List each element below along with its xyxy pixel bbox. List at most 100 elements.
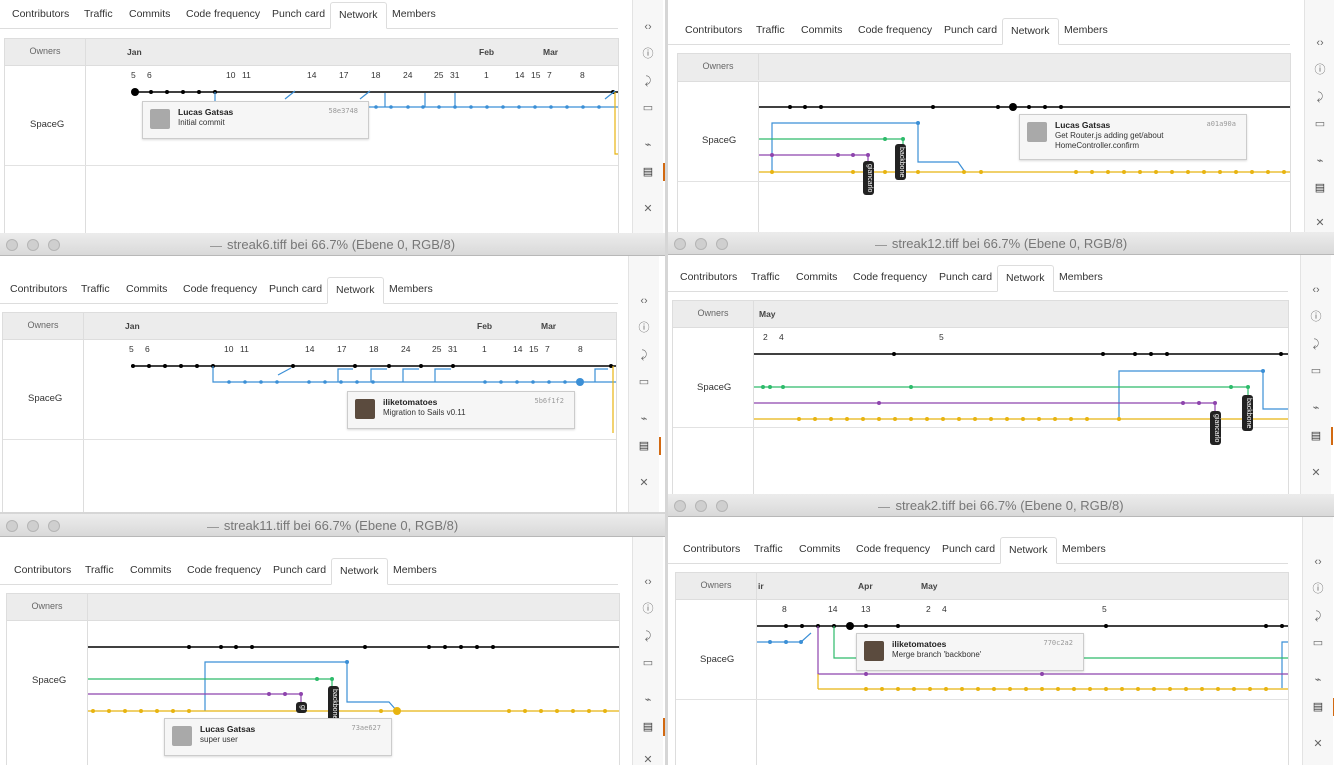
tab-commits[interactable]: Commits [118,277,175,302]
settings-icon[interactable]: ✕ [1303,735,1333,753]
tab-traffic[interactable]: Traffic [73,277,118,302]
pulse-icon[interactable]: ⌁ [629,410,659,428]
tab-contributors[interactable]: Contributors [672,265,745,290]
document-icon [874,244,887,246]
graphs-icon[interactable]: ▤ [629,437,661,455]
window-titlebar[interactable]: streak11.tiff bei 66.7% (Ebene 0, RGB/8) [0,514,665,537]
issues-icon[interactable]: ⓘ [1305,61,1334,79]
tab-traffic[interactable]: Traffic [743,265,788,290]
window-titlebar[interactable]: streak2.tiff bei 66.7% (Ebene 0, RGB/8) [668,494,1334,517]
tab-network[interactable]: Network [997,265,1054,292]
network-graph[interactable]: Owners Jan Feb Mar 5 6 10 11 14 17 18 24… [4,38,619,233]
tab-code-frequency[interactable]: Code frequency [178,2,268,27]
tab-punch-card[interactable]: Punch card [936,18,1005,43]
tab-contributors[interactable]: Contributors [675,537,748,562]
issues-icon[interactable]: ⓘ [633,600,663,618]
tab-code-frequency[interactable]: Code frequency [850,18,940,43]
tab-contributors[interactable]: Contributors [2,277,75,302]
settings-icon[interactable]: ✕ [633,200,663,218]
tab-commits[interactable]: Commits [121,2,178,27]
wiki-icon[interactable]: ▭ [1305,115,1334,133]
code-icon[interactable]: ‹› [629,292,659,310]
network-graph[interactable]: Owners ir Apr May 8 14 13 2 4 5 SpaceG i… [675,572,1289,765]
tab-traffic[interactable]: Traffic [748,18,793,43]
tab-code-frequency[interactable]: Code frequency [175,277,265,302]
pull-requests-icon[interactable]: ⤸ [1301,335,1331,353]
tab-network[interactable]: Network [1002,18,1059,45]
tab-contributors[interactable]: Contributors [4,2,77,27]
graphs-icon[interactable]: ▤ [633,163,665,181]
window-titlebar[interactable]: streak12.tiff bei 66.7% (Ebene 0, RGB/8) [668,232,1334,255]
settings-icon[interactable]: ✕ [629,474,659,492]
tab-contributors[interactable]: Contributors [677,18,750,43]
graphs-icon[interactable]: ▤ [1301,427,1333,445]
tab-network[interactable]: Network [1000,537,1057,564]
code-icon[interactable]: ‹› [1303,553,1333,571]
tab-members[interactable]: Members [384,2,444,27]
wiki-icon[interactable]: ▭ [633,99,663,117]
wiki-icon[interactable]: ▭ [1301,362,1331,380]
tab-members[interactable]: Members [1054,537,1114,562]
repo-sidebar: ‹› ⓘ ⤸ ▭ ⌁ ▤ ✕ [1300,255,1333,494]
tab-punch-card[interactable]: Punch card [261,277,330,302]
pull-requests-icon[interactable]: ⤸ [629,346,659,364]
wiki-icon[interactable]: ▭ [633,654,663,672]
tab-punch-card[interactable]: Punch card [934,537,1003,562]
graphs-icon[interactable]: ▤ [1303,698,1334,716]
tab-commits[interactable]: Commits [122,558,179,583]
tab-members[interactable]: Members [385,558,445,583]
network-graph[interactable]: Owners Jan Feb Mar 5 6 10 11 14 17 18 24… [2,312,617,512]
tab-code-frequency[interactable]: Code frequency [179,558,269,583]
tab-members[interactable]: Members [381,277,441,302]
wiki-icon[interactable]: ▭ [1303,634,1333,652]
network-graph[interactable]: Owners May 2 4 5 SpaceG giancarlo backbo… [672,300,1289,494]
tab-members[interactable]: Members [1056,18,1116,43]
code-icon[interactable]: ‹› [1301,281,1331,299]
issues-icon[interactable]: ⓘ [629,319,659,337]
pulse-icon[interactable]: ⌁ [633,691,663,709]
settings-icon[interactable]: ✕ [633,751,663,765]
pull-requests-icon[interactable]: ⤸ [633,627,663,645]
tab-traffic[interactable]: Traffic [746,537,791,562]
graphs-icon[interactable]: ▤ [1305,179,1334,197]
settings-icon[interactable]: ✕ [1301,464,1331,482]
tab-contributors[interactable]: Contributors [6,558,79,583]
pull-requests-icon[interactable]: ⤸ [633,72,663,90]
tab-commits[interactable]: Commits [793,18,850,43]
network-graph[interactable]: Owners SpaceG giancarlo backbone Lucas G… [677,53,1291,232]
tab-code-frequency[interactable]: Code frequency [845,265,935,290]
pull-requests-icon[interactable]: ⤸ [1303,607,1333,625]
window-titlebar[interactable]: streak6.tiff bei 66.7% (Ebene 0, RGB/8) [0,233,665,256]
tab-code-frequency[interactable]: Code frequency [848,537,938,562]
pulse-icon[interactable]: ⌁ [1301,399,1331,417]
pulse-icon[interactable]: ⌁ [1303,671,1333,689]
tab-punch-card[interactable]: Punch card [931,265,1000,290]
wiki-icon[interactable]: ▭ [629,373,659,391]
tab-commits[interactable]: Commits [788,265,845,290]
tab-punch-card[interactable]: Punch card [264,2,333,27]
pulse-icon[interactable]: ⌁ [633,136,663,154]
tab-punch-card[interactable]: Punch card [265,558,334,583]
commit-message: Initial commit [178,118,225,127]
tab-traffic[interactable]: Traffic [77,558,122,583]
code-icon[interactable]: ‹› [633,573,663,591]
issues-icon[interactable]: ⓘ [633,45,663,63]
tab-network[interactable]: Network [330,2,387,29]
network-graph[interactable]: Owners SpaceG gi backbone Lucas Gatsas s… [6,593,620,765]
tab-network[interactable]: Network [327,277,384,304]
code-icon[interactable]: ‹› [633,18,663,36]
tab-network[interactable]: Network [331,558,388,585]
pull-requests-icon[interactable]: ⤸ [1305,88,1334,106]
settings-icon[interactable]: ✕ [1305,214,1334,232]
issues-icon[interactable]: ⓘ [1303,580,1333,598]
tab-commits[interactable]: Commits [791,537,848,562]
graphs-icon[interactable]: ▤ [633,718,665,736]
pulse-icon[interactable]: ⌁ [1305,152,1334,170]
code-icon[interactable]: ‹› [1305,34,1334,52]
issues-icon[interactable]: ⓘ [1301,308,1331,326]
commit-author: Lucas Gatsas [178,107,234,117]
tab-bar: Contributors Traffic Commits Code freque… [0,2,618,29]
tab-traffic[interactable]: Traffic [76,2,121,27]
tab-members[interactable]: Members [1051,265,1111,290]
window-title: streak2.tiff bei 66.7% (Ebene 0, RGB/8) [895,498,1124,513]
